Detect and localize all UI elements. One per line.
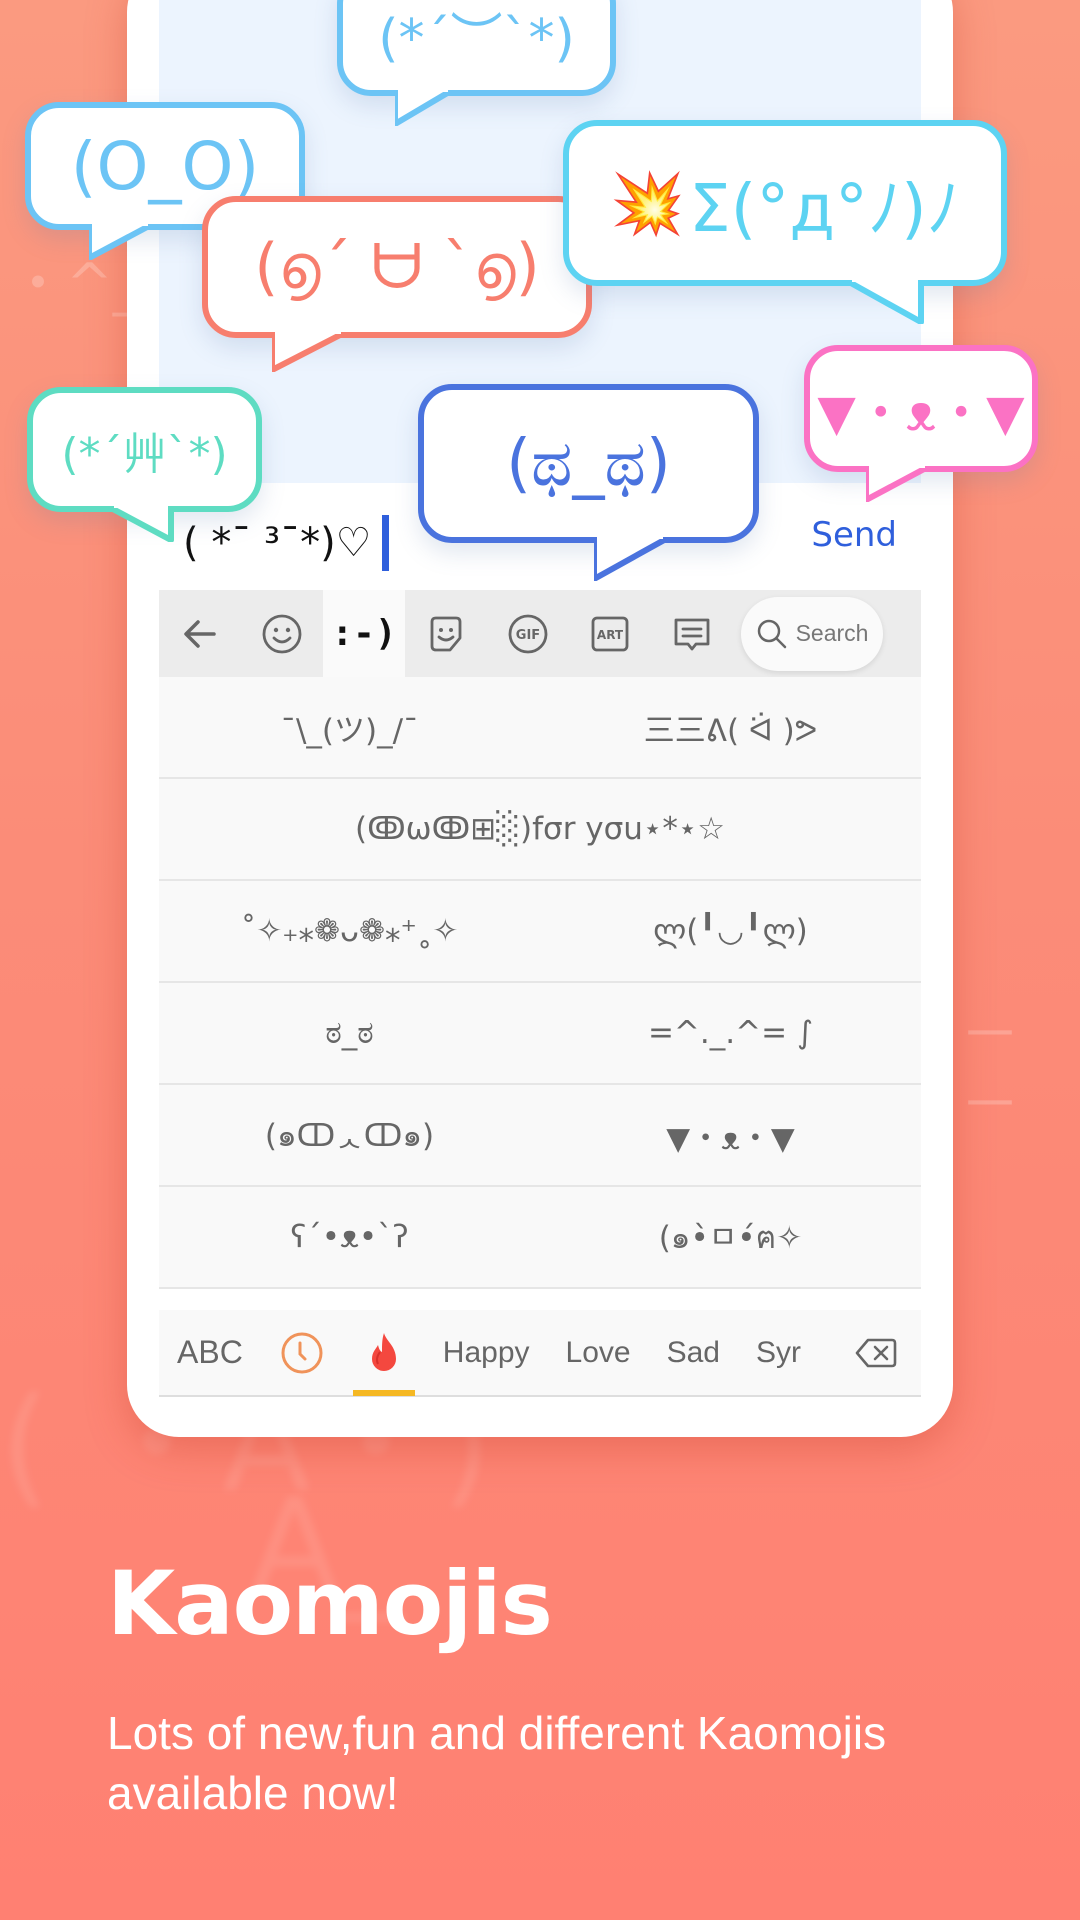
- clock-icon: [281, 1332, 323, 1373]
- kaomoji-bubble: (൭´ ᗨ `൭): [202, 196, 592, 372]
- keyboard-toolbar: :-) GIF ART Search: [159, 590, 921, 677]
- emoji-icon: [262, 614, 302, 653]
- bubble-text: (*´︶`*): [378, 8, 575, 69]
- art-icon: ART: [591, 616, 629, 651]
- kaomoji-item[interactable]: ▼・ᴥ・▼: [540, 1113, 921, 1158]
- category-sad[interactable]: Sad: [649, 1309, 738, 1396]
- kaomoji-bubble: (ಥ_ಥ): [418, 384, 759, 581]
- back-arrow-icon: [184, 619, 216, 648]
- kaomoji-row: ಠ_ಠ =^._.^= ∫: [159, 983, 921, 1085]
- kaomoji-row: ¯\_(ツ)_/¯ 三三ᕕ( ᐛ )ᕗ: [159, 677, 921, 779]
- bubble-text: (O_O): [70, 127, 260, 205]
- kaomoji-bubble: ▼・ᴥ・▼: [804, 345, 1038, 502]
- bubble-text: (൭´ ᗨ `൭): [254, 230, 540, 303]
- fire-icon: [371, 1332, 396, 1371]
- gif-icon: GIF: [508, 614, 548, 653]
- abc-keyboard-button[interactable]: ABC: [159, 1309, 261, 1396]
- category-happy[interactable]: Happy: [425, 1309, 548, 1396]
- bubble-text: (ಥ_ಥ): [506, 426, 671, 501]
- kaomoji-item[interactable]: ʕ´•ᴥ•`ʔ: [159, 1219, 540, 1255]
- search-icon: [757, 619, 786, 648]
- search-button[interactable]: Search: [741, 596, 883, 671]
- collision-emoji-icon: 💥: [610, 168, 685, 239]
- kaomoji-item[interactable]: (ↂωↂ⊞░)fσr yσu⋆*⋆☆: [159, 811, 921, 847]
- tab-art[interactable]: ART: [569, 590, 651, 677]
- bubble-text: Σ(°д°ﾉ)ﾉ: [688, 170, 960, 247]
- kaomoji-bubble: 💥 Σ(°д°ﾉ)ﾉ: [563, 120, 1007, 324]
- svg-text:GIF: GIF: [516, 628, 540, 643]
- kaomoji-item[interactable]: ˚✧₊⁎❁ᴗ❁⁎⁺˳✧: [159, 913, 540, 949]
- bubble-text: ▼・ᴥ・▼: [817, 383, 1025, 442]
- kaomoji-item[interactable]: =^._.^= ∫: [540, 1015, 921, 1051]
- tab-kaomoji[interactable]: :-): [323, 590, 405, 677]
- kaomoji-item[interactable]: 三三ᕕ( ᐛ )ᕗ: [540, 705, 921, 750]
- category-hot[interactable]: [343, 1309, 425, 1396]
- kaomoji-row: ʕ´•ᴥ•`ʔ (๑•̀ㅁ•́ฅ✧: [159, 1187, 921, 1289]
- message-input-value: ( *¯ ³¯*)♡: [183, 520, 372, 566]
- kaomoji-bubble: (*´艸`*): [27, 387, 262, 542]
- background-kaomoji-decor: ・^_: [10, 252, 141, 317]
- kaomoji-grid: ¯\_(ツ)_/¯ 三三ᕕ( ᐛ )ᕗ (ↂωↂ⊞░)fσr yσu⋆*⋆☆ ˚…: [159, 677, 921, 1289]
- category-love[interactable]: Love: [548, 1309, 649, 1396]
- kaomoji-bubble: (*´︶`*): [337, 0, 616, 126]
- backspace-icon: [855, 1338, 897, 1367]
- category-syr[interactable]: Syr: [738, 1309, 819, 1396]
- kaomoji-row: (ↂωↂ⊞░)fσr yσu⋆*⋆☆: [159, 779, 921, 881]
- kaomoji-item[interactable]: (๑•̀ㅁ•́ฅ✧: [540, 1212, 921, 1262]
- bubble-text: (*´艸`*): [61, 428, 228, 480]
- tab-sticker[interactable]: [405, 590, 487, 677]
- promo-title: Kaomojis: [107, 1552, 553, 1655]
- tab-gif[interactable]: GIF: [487, 590, 569, 677]
- tab-quick-text[interactable]: [651, 590, 733, 677]
- delete-button[interactable]: [835, 1309, 921, 1396]
- kaomoji-item[interactable]: (๑ↀᆺↀ๑): [159, 1110, 540, 1160]
- active-tab-indicator: [352, 1390, 415, 1396]
- category-recent[interactable]: [261, 1309, 343, 1396]
- text-cursor: [381, 515, 389, 571]
- background-kaomoji-decor: － －: [960, 1000, 1020, 1140]
- kaomoji-icon: :-): [331, 613, 397, 654]
- kaomoji-item[interactable]: ¯\_(ツ)_/¯: [159, 705, 540, 750]
- svg-text:ART: ART: [597, 628, 624, 642]
- back-button[interactable]: [159, 590, 241, 677]
- category-bar: ABC Happy Love Sad Syr: [159, 1310, 921, 1397]
- message-input[interactable]: ( *¯ ³¯*)♡: [183, 515, 389, 571]
- promo-subtitle: Lots of new,fun and different Kaomojis a…: [107, 1707, 887, 1819]
- kaomoji-item[interactable]: ლ(╹◡╹ლ): [540, 913, 921, 949]
- kaomoji-row: (๑ↀᆺↀ๑) ▼・ᴥ・▼: [159, 1085, 921, 1187]
- tab-emoji[interactable]: [241, 590, 323, 677]
- send-button[interactable]: Send: [811, 515, 897, 555]
- quick-text-icon: [674, 618, 710, 650]
- kaomoji-item[interactable]: ಠ_ಠ: [159, 1015, 540, 1052]
- kaomoji-row: ˚✧₊⁎❁ᴗ❁⁎⁺˳✧ ლ(╹◡╹ლ): [159, 881, 921, 983]
- search-label: Search: [795, 620, 869, 646]
- sticker-icon: [430, 616, 462, 651]
